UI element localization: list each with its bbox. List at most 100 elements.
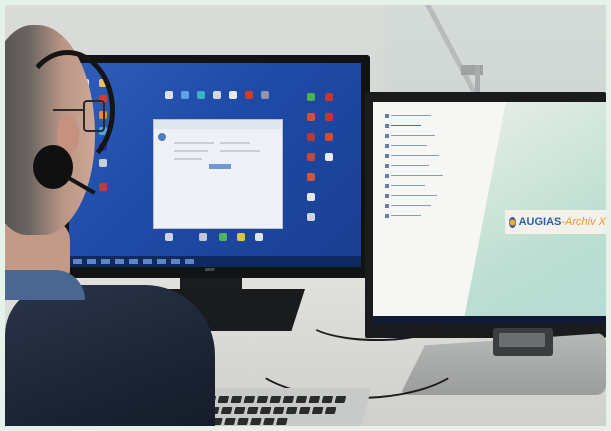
- keyboard-key: [334, 396, 347, 403]
- desktop-icon: [199, 233, 207, 241]
- taskbar-item: [101, 259, 110, 264]
- augias-logo-text: AUGIAS-Archiv X: [519, 216, 606, 228]
- tree-node-icon: [385, 194, 389, 198]
- dialog-button: [209, 164, 231, 169]
- dialog-field-line: [220, 150, 260, 152]
- taskbar-item: [171, 259, 180, 264]
- headset-earcup: [33, 145, 73, 189]
- desktop-icon: [325, 93, 333, 101]
- tree-row: [391, 185, 425, 186]
- keyboard-key: [243, 396, 256, 403]
- taskbar-item: [129, 259, 138, 264]
- application-dialog: [153, 119, 283, 229]
- desktop-icon: [99, 159, 107, 167]
- tree-node-icon: [385, 214, 389, 218]
- logo-word-augias: AUGIAS: [518, 216, 562, 228]
- person-shirt: [5, 285, 215, 426]
- tree-row: [391, 125, 421, 126]
- tree-node-icon: [385, 174, 389, 178]
- desktop-icon: [325, 113, 333, 121]
- desktop-icon: [307, 193, 315, 201]
- desktop-icon: [307, 153, 315, 161]
- keyboard-key: [285, 407, 298, 414]
- tree-row: [391, 115, 431, 116]
- tree-node-icon: [385, 144, 389, 148]
- desktop-icon: [181, 91, 189, 99]
- keyboard-key: [237, 418, 249, 425]
- dialog-field-line: [174, 150, 208, 152]
- tree-node-icon: [385, 124, 389, 128]
- tree-node-icon: [385, 204, 389, 208]
- tree-node-icon: [385, 134, 389, 138]
- dialog-field-line: [174, 142, 214, 144]
- tree-row: [391, 175, 443, 176]
- glasses-lens: [83, 100, 105, 132]
- tree-row: [391, 135, 435, 136]
- dialog-title-bar: [154, 120, 282, 129]
- desktop-icon: [237, 233, 245, 241]
- desktop-icon: [255, 233, 263, 241]
- desktop-icon: [307, 93, 315, 101]
- keyboard-key: [263, 418, 275, 425]
- tree-node-icon: [385, 184, 389, 188]
- keyboard-key: [282, 396, 295, 403]
- left-monitor-neck: [180, 278, 242, 290]
- tree-row: [391, 165, 429, 166]
- desktop-icon: [307, 173, 315, 181]
- keyboard-key: [295, 396, 308, 403]
- dialog-logo-icon: [158, 133, 166, 141]
- keyboard-key: [217, 396, 230, 403]
- desktop-icon: [219, 233, 227, 241]
- desktop-icon: [325, 133, 333, 141]
- tree-node-icon: [385, 114, 389, 118]
- augias-logo: AUGIAS-Archiv X: [505, 210, 606, 234]
- keyboard-key: [321, 396, 334, 403]
- desktop-icon: [197, 91, 205, 99]
- taskbar-item: [157, 259, 166, 264]
- keyboard-key: [259, 407, 272, 414]
- keyboard-key: [250, 418, 262, 425]
- tree-node-icon: [385, 154, 389, 158]
- keyboard-key: [298, 407, 311, 414]
- desktop-icon: [261, 91, 269, 99]
- tree-row: [391, 155, 439, 156]
- desktop-icon: [245, 91, 253, 99]
- logo-word-archiv: Archiv X: [565, 216, 606, 228]
- left-taskbar: [69, 256, 361, 267]
- desktop-icon: [229, 91, 237, 99]
- keyboard-key: [256, 396, 269, 403]
- desktop-icon: [325, 153, 333, 161]
- taskbar-item: [73, 259, 82, 264]
- keyboard-key: [272, 407, 285, 414]
- keyboard-key: [230, 396, 243, 403]
- taskbar-item: [87, 259, 96, 264]
- keyboard-key: [276, 418, 288, 425]
- desktop-icon: [307, 113, 315, 121]
- tree-node-icon: [385, 164, 389, 168]
- right-monitor-screen: AUGIAS-Archiv X: [373, 102, 606, 324]
- monitor-brand-label: acer: [205, 267, 215, 273]
- desktop-icon: [307, 213, 315, 221]
- tree-row: [391, 215, 421, 216]
- dialog-field-line: [174, 158, 202, 160]
- desktop-icon: [307, 133, 315, 141]
- taskbar-item: [115, 259, 124, 264]
- right-monitor-stand-top: [499, 333, 545, 347]
- desktop-icon: [99, 183, 107, 191]
- tree-row: [391, 205, 431, 206]
- photo-scene: acer AUGIAS-Archiv X: [5, 5, 606, 426]
- desktop-icon: [213, 91, 221, 99]
- tree-row: [391, 195, 437, 196]
- tree-row: [391, 145, 427, 146]
- taskbar-item: [143, 259, 152, 264]
- desktop-icon: [165, 91, 173, 99]
- desktop-icon: [165, 233, 173, 241]
- monitor-cable: [305, 297, 449, 341]
- dialog-field-line: [220, 142, 250, 144]
- taskbar-item: [185, 259, 194, 264]
- keyboard-key: [233, 407, 246, 414]
- keyboard-key: [246, 407, 259, 414]
- augias-emblem-icon: [509, 216, 516, 228]
- glasses-arm: [53, 109, 85, 111]
- keyboard-key: [311, 407, 324, 414]
